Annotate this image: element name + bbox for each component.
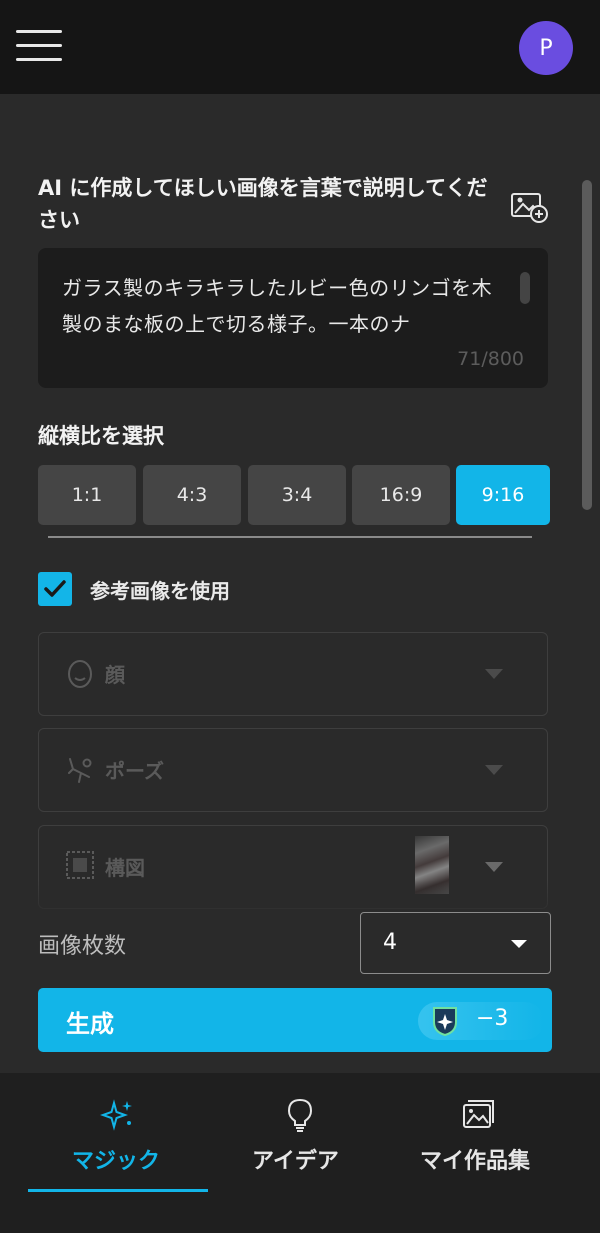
- aspect-ratio-options: 1:1 4:3 3:4 16:9 9:16: [38, 465, 550, 525]
- credit-cost: −3: [476, 1006, 509, 1031]
- image-add-icon[interactable]: [510, 190, 550, 224]
- ratio-option-4-3[interactable]: 4:3: [143, 465, 241, 525]
- generate-button-label: 生成: [66, 1010, 114, 1038]
- nav-item-my-works[interactable]: マイ作品集: [410, 1073, 550, 1233]
- face-dropdown-label: 顔: [105, 663, 125, 687]
- nav-label-my-works: マイ作品集: [420, 1149, 531, 1174]
- composition-icon: [66, 851, 94, 879]
- reference-checkbox-label[interactable]: 参考画像を使用: [90, 575, 230, 604]
- bottom-nav: マジック アイデア マイ作品集: [0, 1073, 600, 1233]
- top-bar: P: [0, 0, 600, 94]
- prompt-text[interactable]: ガラス製のキラキラしたルビー色のリンゴを木製のまな板の上で切る様子。一本のナ: [62, 270, 512, 342]
- gallery-icon: [463, 1100, 494, 1128]
- pose-dropdown[interactable]: ポーズ: [38, 728, 548, 812]
- nav-item-magic[interactable]: マジック: [28, 1073, 208, 1233]
- divider: [48, 536, 532, 538]
- nav-label-magic: マジック: [72, 1149, 161, 1174]
- nav-active-indicator: [28, 1189, 208, 1192]
- scrollbar[interactable]: [582, 180, 592, 510]
- prompt-scrollbar[interactable]: [520, 272, 530, 304]
- lightbulb-icon: [287, 1098, 313, 1132]
- chevron-down-icon: [485, 669, 503, 679]
- image-count-value: 4: [383, 930, 397, 955]
- pose-dropdown-label: ポーズ: [105, 759, 164, 783]
- prompt-label: AI に作成してほしい画像を言葉で説明してください: [38, 176, 488, 232]
- image-count-select[interactable]: 4: [360, 912, 551, 974]
- ratio-option-1-1[interactable]: 1:1: [38, 465, 136, 525]
- chevron-down-icon: [485, 765, 503, 775]
- aspect-ratio-label: 縦横比を選択: [38, 424, 164, 448]
- nav-label-ideas: アイデア: [252, 1149, 339, 1174]
- image-count-label: 画像枚数: [38, 934, 127, 959]
- sparkle-shield-icon: [433, 1007, 457, 1037]
- reference-checkbox[interactable]: [38, 572, 72, 606]
- composition-dropdown-label: 構図: [105, 856, 145, 880]
- ratio-option-9-16[interactable]: 9:16: [456, 465, 550, 525]
- pose-icon: [68, 758, 92, 783]
- sparkles-icon: [100, 1099, 132, 1131]
- face-icon: [68, 660, 92, 688]
- char-counter: 71/800: [457, 348, 524, 370]
- chevron-down-icon: [485, 862, 503, 872]
- ratio-option-16-9[interactable]: 16:9: [352, 465, 450, 525]
- avatar[interactable]: P: [519, 21, 573, 75]
- face-dropdown[interactable]: 顔: [38, 632, 548, 716]
- chevron-down-icon: [511, 940, 527, 948]
- nav-item-ideas[interactable]: アイデア: [238, 1073, 368, 1233]
- ratio-option-3-4[interactable]: 3:4: [248, 465, 346, 525]
- hamburger-menu-icon[interactable]: [16, 30, 62, 62]
- prompt-textarea[interactable]: ガラス製のキラキラしたルビー色のリンゴを木製のまな板の上で切る様子。一本のナ 7…: [38, 248, 548, 388]
- generate-button[interactable]: 生成 −3: [38, 988, 552, 1052]
